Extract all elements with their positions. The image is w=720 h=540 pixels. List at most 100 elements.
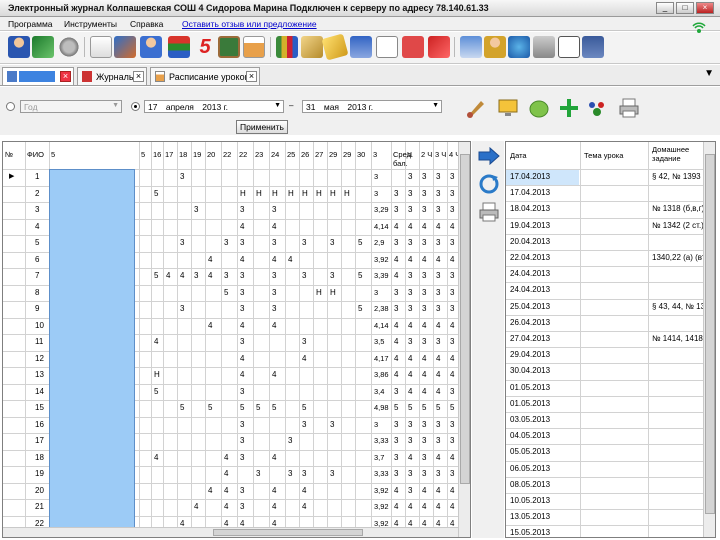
- users-icon[interactable]: [32, 36, 54, 58]
- mail-icon[interactable]: [376, 36, 398, 58]
- grade-cell: 3,92: [374, 485, 389, 495]
- green-button-icon[interactable]: [528, 97, 550, 119]
- lesson-date[interactable]: 01.05.2013: [510, 398, 550, 410]
- statistics-icon[interactable]: [276, 36, 298, 58]
- lesson-date[interactable]: 25.04.2013: [510, 301, 550, 313]
- lesson-date[interactable]: 24.04.2013: [510, 268, 550, 280]
- lesson-date[interactable]: 24.04.2013: [510, 284, 550, 296]
- refresh-icon[interactable]: [478, 173, 500, 195]
- list-icon[interactable]: [558, 36, 580, 58]
- lessons-row-line: [506, 412, 706, 413]
- computers-icon[interactable]: [460, 36, 482, 58]
- teacher-icon[interactable]: [140, 36, 162, 58]
- print-icon[interactable]: [478, 201, 500, 223]
- envelope-icon[interactable]: [321, 33, 349, 61]
- lessons-row-line: [506, 217, 706, 219]
- tab-active-journal[interactable]: ×: [2, 67, 74, 85]
- lesson-date[interactable]: 13.05.2013: [510, 511, 550, 523]
- tab-journals[interactable]: Журналы ×: [77, 67, 147, 85]
- red-book-icon[interactable]: [402, 36, 424, 58]
- lesson-date[interactable]: 22.04.2013: [510, 252, 550, 264]
- grade-cell: 3: [408, 238, 413, 247]
- lesson-date[interactable]: 06.05.2013: [510, 463, 550, 475]
- close-icon[interactable]: ×: [133, 71, 144, 82]
- feedback-link[interactable]: Оставить отзыв или предложение: [182, 19, 317, 29]
- lesson-date[interactable]: 27.04.2013: [510, 333, 550, 345]
- blackboard-icon[interactable]: [218, 36, 240, 58]
- lesson-date[interactable]: 29.04.2013: [510, 349, 550, 361]
- year-radio[interactable]: [6, 102, 15, 111]
- grid-vertical-scrollbar[interactable]: [458, 142, 470, 537]
- lesson-date[interactable]: 05.05.2013: [510, 446, 550, 458]
- date-to-picker[interactable]: 31 мая 2013 г. ▼: [302, 100, 442, 113]
- lesson-homework[interactable]: № 1342 (2 ст.): [652, 220, 704, 232]
- lesson-date[interactable]: 19.04.2013: [510, 220, 550, 232]
- grade-cell: 3: [422, 205, 427, 214]
- arrow-right-icon[interactable]: [478, 147, 500, 165]
- document-icon[interactable]: [90, 36, 112, 58]
- group-add-icon[interactable]: [586, 97, 608, 119]
- lesson-homework[interactable]: § 43, 44, № 1393: [652, 301, 707, 313]
- grid-horizontal-scrollbar[interactable]: [3, 527, 458, 537]
- menu-help[interactable]: Справка: [130, 19, 163, 29]
- user-icon[interactable]: [8, 36, 30, 58]
- scroll-thumb[interactable]: [705, 154, 715, 514]
- apply-button[interactable]: Применить: [236, 120, 288, 134]
- printer-icon[interactable]: [618, 97, 640, 119]
- lesson-date[interactable]: 01.05.2013: [510, 382, 550, 394]
- schedule-icon[interactable]: [243, 36, 265, 58]
- print-setup-icon[interactable]: [533, 36, 555, 58]
- lesson-date[interactable]: 10.05.2013: [510, 495, 550, 507]
- lesson-date[interactable]: 03.05.2013: [510, 414, 550, 426]
- maximize-button[interactable]: □: [676, 2, 694, 14]
- grade-cell: 3: [272, 271, 277, 280]
- lesson-date[interactable]: 30.04.2013: [510, 365, 550, 377]
- tabs-dropdown-icon[interactable]: ▼: [704, 68, 714, 79]
- parents-icon[interactable]: [484, 36, 506, 58]
- lessons-table[interactable]: Дата Тема урока Домашнее задание 17.04.2013…: [505, 141, 716, 538]
- add-icon[interactable]: [558, 97, 580, 119]
- scroll-thumb[interactable]: [460, 154, 470, 484]
- lesson-date[interactable]: 04.05.2013: [510, 430, 550, 442]
- lesson-date[interactable]: 26.04.2013: [510, 317, 550, 329]
- close-window-button[interactable]: ×: [696, 2, 714, 14]
- scroll-thumb[interactable]: [213, 529, 363, 536]
- close-icon[interactable]: ×: [246, 71, 257, 82]
- student-names-selection[interactable]: [49, 169, 135, 537]
- user-card-icon[interactable]: [582, 36, 604, 58]
- lesson-homework[interactable]: № 1414, 1418: [652, 333, 703, 345]
- lesson-homework[interactable]: № 1318 (б,в,г): [652, 203, 704, 215]
- globe-icon[interactable]: [508, 36, 530, 58]
- date-from-picker[interactable]: 17 апреля 2013 г. ▼: [144, 100, 284, 113]
- year-select[interactable]: Год ▼: [20, 100, 122, 113]
- grid-col-line: [391, 142, 392, 537]
- lesson-date[interactable]: 18.04.2013: [510, 203, 550, 215]
- monitor-icon[interactable]: [497, 97, 519, 119]
- lessons-vertical-scrollbar[interactable]: [703, 142, 715, 537]
- mailbox-icon[interactable]: [350, 36, 372, 58]
- minimize-button[interactable]: _: [656, 2, 674, 14]
- grades-grid[interactable]: № ФИО 5 5 16 17 18 19 20 22 22 23 24 25 26 27 29 29 30 3 Сре…: [2, 141, 471, 538]
- close-icon[interactable]: ×: [60, 71, 71, 82]
- lesson-date[interactable]: 20.04.2013: [510, 236, 550, 248]
- books-icon[interactable]: [168, 36, 190, 58]
- notes-icon[interactable]: [301, 36, 323, 58]
- eraser-brush-icon[interactable]: [465, 97, 487, 119]
- toolbar-separator: [454, 37, 455, 57]
- grade-five-icon[interactable]: 5: [194, 36, 216, 58]
- grade-cell: Н: [240, 188, 246, 198]
- menu-program[interactable]: Программа: [8, 19, 53, 29]
- date-range-radio[interactable]: [131, 102, 140, 111]
- journal-icon[interactable]: [428, 36, 450, 58]
- settings-users-icon[interactable]: [58, 36, 80, 58]
- menu-tools[interactable]: Инструменты: [64, 19, 117, 29]
- grade-cell: 3: [394, 205, 399, 214]
- lesson-homework[interactable]: 1340,22 (а) (втал: [652, 252, 707, 264]
- lesson-homework[interactable]: § 42, № 1393 (г: [652, 171, 707, 183]
- lesson-date[interactable]: 17.04.2013: [510, 187, 550, 199]
- lesson-date[interactable]: 08.05.2013: [510, 479, 550, 491]
- group-icon[interactable]: [114, 36, 136, 58]
- tab-schedule[interactable]: Расписание уроков ×: [150, 67, 260, 85]
- lesson-date[interactable]: 15.05.2013: [510, 527, 550, 537]
- lesson-date[interactable]: 17.04.2013: [510, 171, 550, 183]
